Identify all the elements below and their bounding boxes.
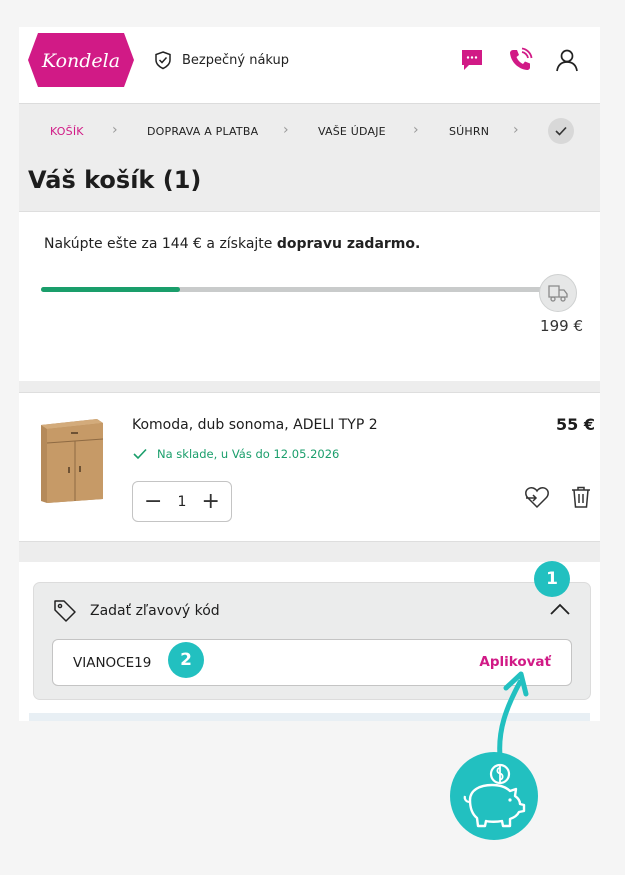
product-image[interactable] — [37, 415, 107, 503]
chevron-right-icon: › — [513, 122, 519, 138]
secure-label: Bezpečný nákup — [182, 52, 290, 68]
quantity-stepper: − 1 + — [132, 481, 232, 522]
annotation-badge-1: 1 — [534, 561, 570, 597]
tag-icon — [52, 597, 78, 623]
delivery-truck-icon — [539, 274, 577, 312]
stock-text: Na sklade, u Vás do 12.05.2026 — [157, 447, 340, 461]
shield-check-icon — [155, 51, 171, 70]
free-delivery-progress — [41, 287, 546, 292]
phone-icon[interactable] — [507, 47, 533, 73]
chat-icon[interactable] — [459, 47, 485, 73]
free-delivery-bold: dopravu zadarmo. — [276, 236, 421, 252]
annotation-arrow — [497, 671, 529, 759]
chevron-right-icon: › — [112, 122, 118, 138]
annotation-badge-2: 2 — [168, 642, 204, 678]
discount-code-value[interactable]: VIANOCE19 — [73, 655, 151, 671]
move-to-wishlist-icon[interactable] — [523, 483, 551, 511]
step-finish-check-icon — [548, 118, 574, 144]
product-price: 55 € — [556, 415, 595, 434]
piggy-bank-icon — [450, 752, 538, 840]
free-delivery-text: Nakúpte ešte za 144 € a získajte dopravu… — [44, 236, 420, 252]
secure-purchase: Bezpečný nákup — [153, 50, 289, 70]
user-icon[interactable] — [554, 47, 580, 73]
discount-code-toggle[interactable]: Zadať zľavový kód — [90, 603, 220, 619]
trash-icon[interactable] — [567, 483, 595, 511]
free-delivery-threshold: 199 € — [540, 317, 583, 335]
chevron-right-icon: › — [413, 122, 419, 138]
check-icon — [133, 448, 147, 460]
site-header: Kondela Bezpečný nákup — [19, 27, 600, 103]
checkout-steps: KOŠÍK › DOPRAVA A PLATBA › VAŠE ÚDAJE › … — [19, 103, 600, 211]
divider — [19, 381, 600, 392]
step-your-details[interactable]: VAŠE ÚDAJE — [318, 125, 386, 138]
cart-item: Komoda, dub sonoma, ADELI TYP 2 55 € Na … — [19, 392, 600, 542]
step-cart[interactable]: KOŠÍK — [50, 125, 84, 138]
chevron-right-icon: › — [283, 122, 289, 138]
kondela-logo[interactable]: Kondela — [26, 31, 136, 89]
step-summary[interactable]: SÚHRN — [449, 125, 489, 138]
page-title: Váš košík (1) — [28, 166, 202, 194]
logo-text: Kondela — [41, 50, 120, 72]
step-delivery-payment[interactable]: DOPRAVA A PLATBA — [147, 125, 258, 138]
decrease-quantity-button[interactable]: − — [144, 490, 162, 513]
divider — [19, 542, 600, 562]
free-delivery-panel: Nakúpte ešte za 144 € a získajte dopravu… — [19, 211, 600, 381]
mobile-page: Kondela Bezpečný nákup KOŠÍK › DOPRAVA A… — [19, 27, 600, 721]
increase-quantity-button[interactable]: + — [202, 490, 220, 513]
free-delivery-prefix: Nakúpte ešte za 144 € a získajte — [44, 236, 277, 252]
quantity-value[interactable]: 1 — [178, 494, 187, 510]
stock-status: Na sklade, u Vás do 12.05.2026 — [133, 447, 339, 461]
chevron-up-icon[interactable] — [550, 601, 570, 615]
free-delivery-progress-fill — [41, 287, 180, 292]
product-name[interactable]: Komoda, dub sonoma, ADELI TYP 2 — [132, 417, 378, 433]
